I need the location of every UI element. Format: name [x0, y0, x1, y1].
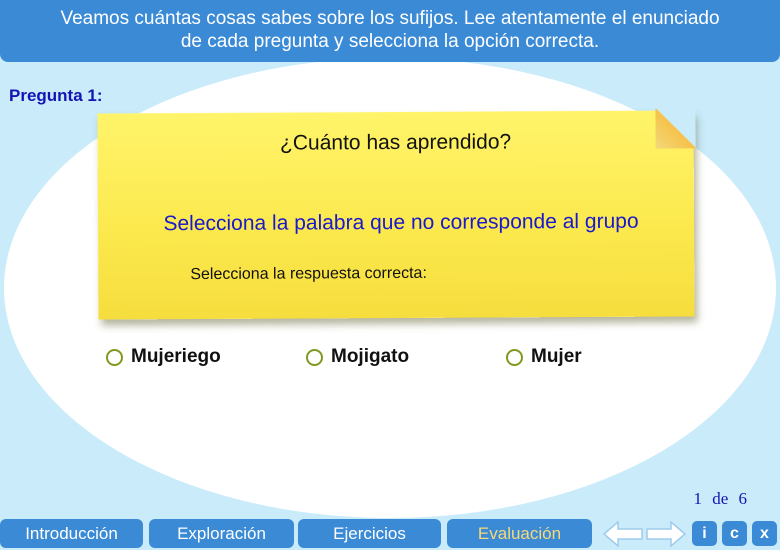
- question-instruction: Selecciona la respuesta correcta:: [190, 264, 427, 284]
- tab-exploracion[interactable]: Exploración: [149, 519, 294, 548]
- page-counter: 1 de 6: [690, 489, 750, 509]
- radio-button[interactable]: [506, 348, 523, 366]
- question-prompt: Selecciona la palabra que no corresponde…: [163, 209, 639, 236]
- tab-ejercicios[interactable]: Ejercicios: [298, 519, 441, 548]
- sticky-note-card: ¿Cuánto has aprendido? Selecciona la pal…: [97, 108, 696, 320]
- radio-button[interactable]: [306, 348, 323, 366]
- instructions-header: Veamos cuántas cosas sabes sobre los suf…: [0, 0, 780, 62]
- question-number-label: Pregunta 1:: [9, 86, 103, 105]
- tab-introduccion[interactable]: Introducción: [0, 519, 143, 548]
- question-title: ¿Cuánto has aprendido?: [279, 130, 512, 155]
- radio-button[interactable]: [106, 348, 123, 366]
- answer-option-1[interactable]: Mujeriego: [106, 346, 221, 368]
- page-current: 1: [693, 489, 702, 508]
- answer-option-3[interactable]: Mujer: [506, 346, 582, 368]
- answer-option-label: Mujer: [531, 346, 582, 367]
- page-of-label: de: [712, 489, 729, 508]
- info-button[interactable]: i: [692, 521, 717, 546]
- answer-option-2[interactable]: Mojigato: [306, 346, 409, 368]
- answer-option-label: Mojigato: [331, 346, 410, 367]
- page-total: 6: [738, 489, 748, 508]
- bottom-navigation-bar: Introducción Exploración Ejercicios Eval…: [0, 517, 780, 550]
- arrow-left-icon[interactable]: [602, 520, 644, 548]
- instructions-line-2: de cada pregunta y selecciona la opción …: [180, 31, 600, 52]
- arrow-right-icon[interactable]: [645, 520, 687, 548]
- tab-evaluacion[interactable]: Evaluación: [447, 519, 592, 548]
- c-button[interactable]: c: [722, 521, 747, 546]
- answer-option-label: Mujeriego: [131, 346, 221, 367]
- close-button[interactable]: x: [752, 521, 777, 546]
- instructions-line-1: Veamos cuántas cosas sabes sobre los suf…: [60, 8, 720, 29]
